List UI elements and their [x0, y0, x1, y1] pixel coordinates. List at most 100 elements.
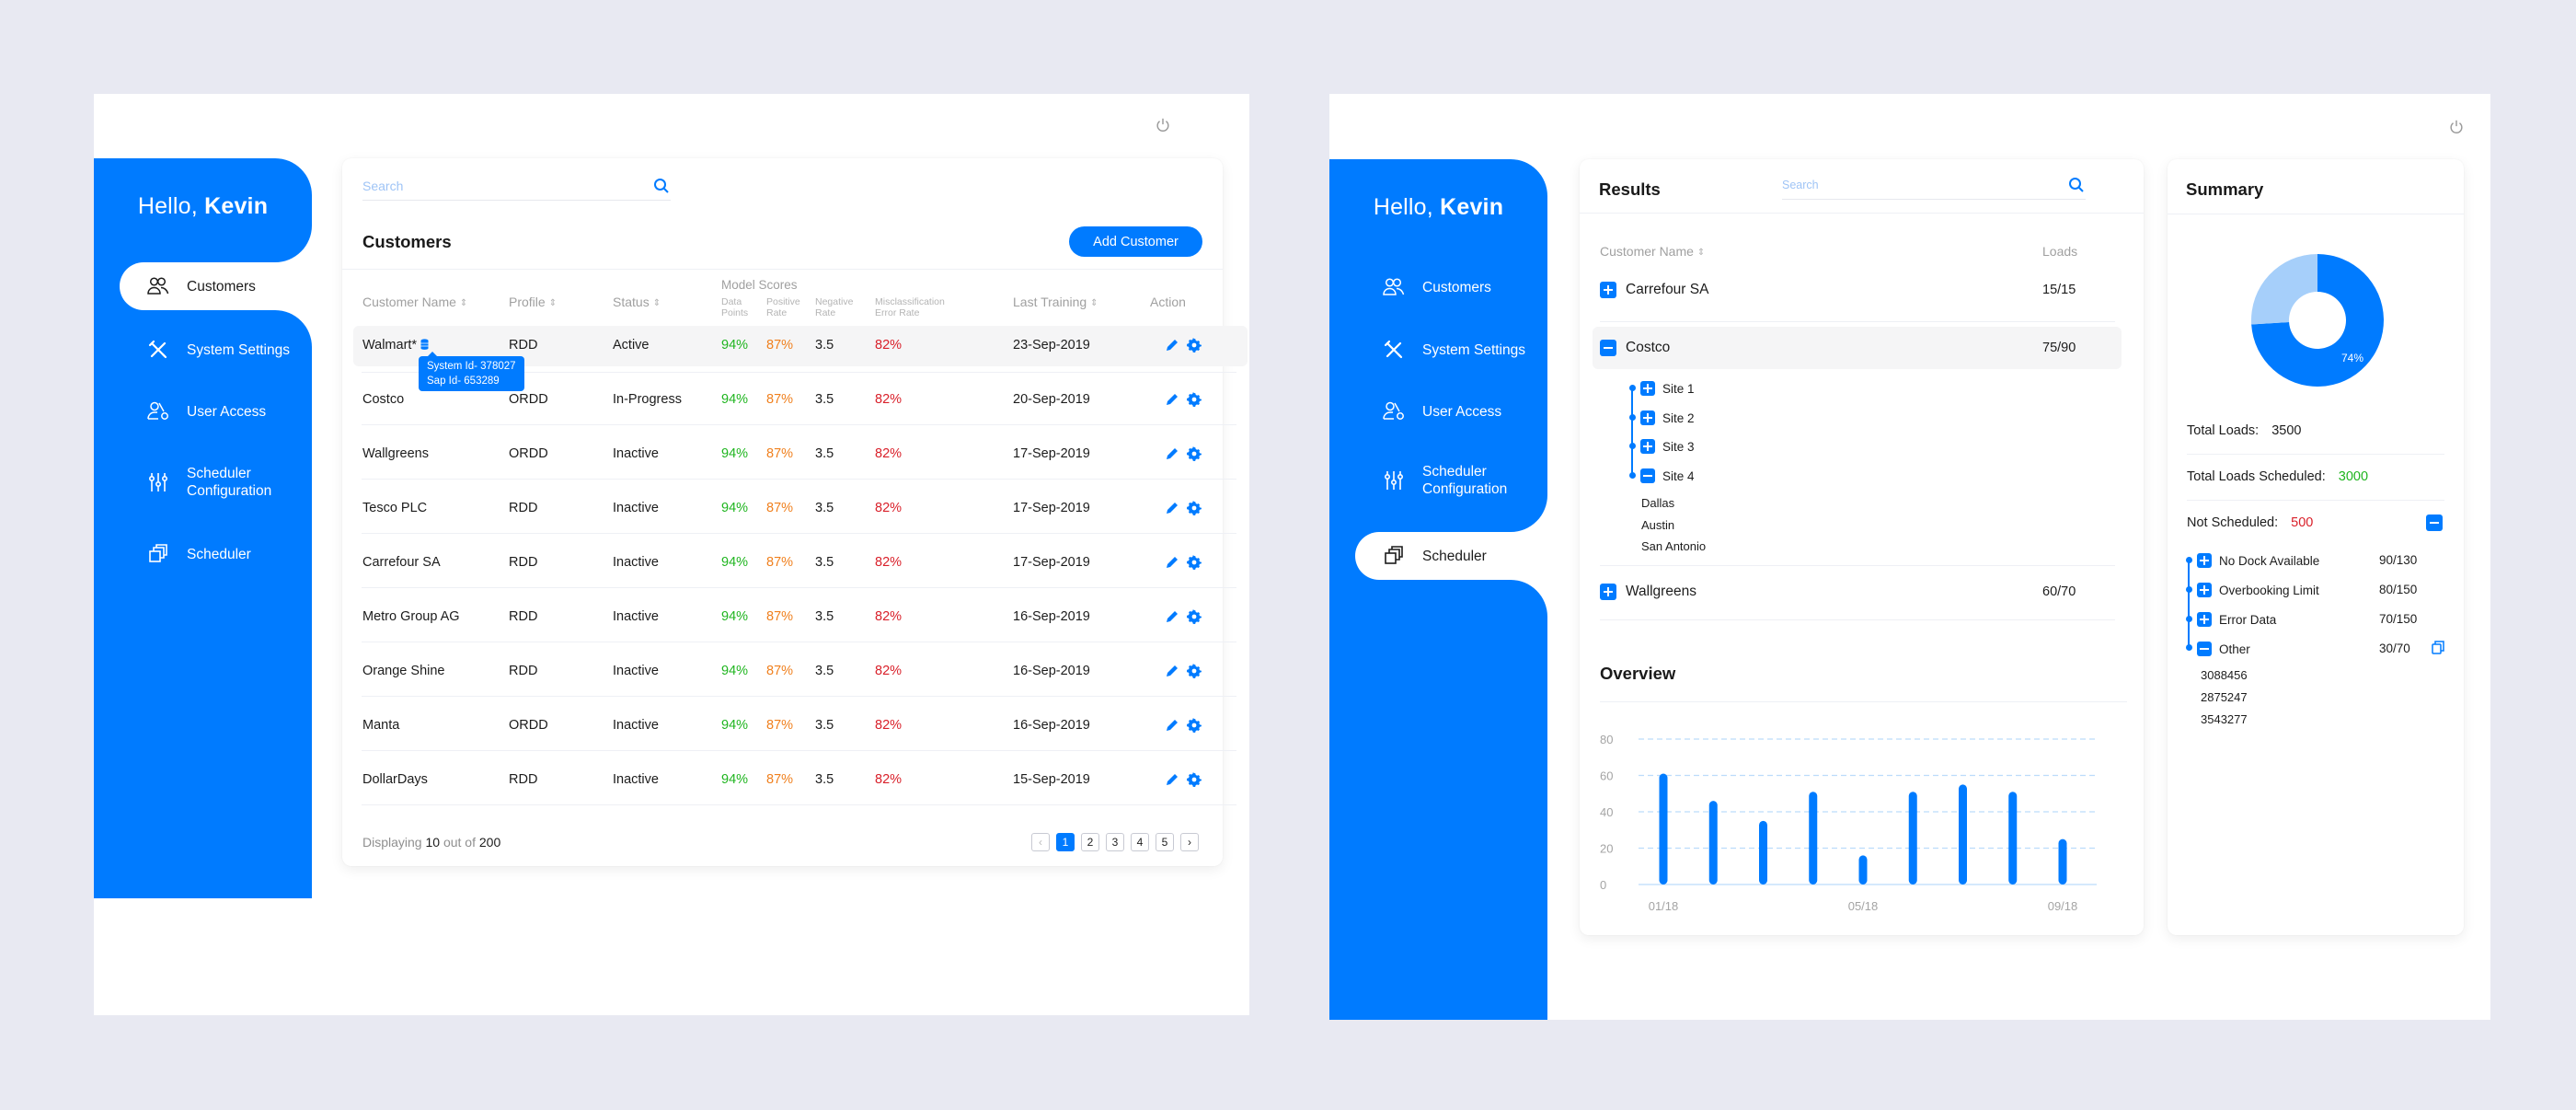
sidebar-item-system-settings[interactable]: System Settings — [1329, 327, 1547, 373]
table-row[interactable]: DollarDays RDD Inactive 94% 87% 3.5 82% 15-Sep-… — [353, 760, 1248, 801]
expand-icon[interactable] — [2197, 553, 2212, 568]
pagination-page-2[interactable]: 2 — [1081, 833, 1099, 851]
settings-gear-icon[interactable] — [1187, 718, 1202, 733]
search-field[interactable] — [362, 173, 671, 201]
sidebar-item-scheduler[interactable]: Scheduler — [94, 531, 312, 577]
bar-02-18[interactable] — [1708, 801, 1718, 885]
column-header-last-training[interactable]: Last Training ⇕ — [1013, 295, 1098, 309]
edit-icon[interactable] — [1165, 392, 1179, 407]
column-header-customer-name[interactable]: Customer Name ⇕ — [362, 295, 467, 309]
expand-icon[interactable] — [1600, 584, 1616, 600]
settings-gear-icon[interactable] — [1187, 772, 1202, 787]
settings-gear-icon[interactable] — [1187, 501, 1202, 515]
collapse-icon[interactable] — [2197, 642, 2212, 656]
search-icon[interactable] — [2067, 176, 2086, 194]
sidebar-item-user-access[interactable]: User Access — [94, 388, 312, 434]
bar-03-18[interactable] — [1759, 820, 1767, 885]
bar-06-18[interactable] — [1908, 792, 1917, 885]
sort-icon[interactable]: ⇕ — [549, 298, 557, 308]
divider — [342, 269, 1223, 270]
column-header-status[interactable]: Status ⇕ — [613, 295, 661, 309]
copy-icon[interactable] — [2431, 640, 2445, 654]
pagination-page-4[interactable]: 4 — [1131, 833, 1149, 851]
sidebar-item-customers[interactable]: Customers — [94, 263, 312, 309]
collapse-icon[interactable] — [2426, 515, 2443, 531]
table-row[interactable]: Orange Shine RDD Inactive 94% 87% 3.5 82% 16-Se… — [353, 652, 1248, 692]
settings-gear-icon[interactable] — [1187, 664, 1202, 678]
edit-icon[interactable] — [1165, 772, 1179, 787]
not-scheduled-reason-row[interactable]: Overbooking Limit — [2197, 582, 2319, 598]
result-row-carrefour[interactable]: Carrefour SA — [1600, 281, 1708, 299]
results-search-field[interactable] — [1782, 172, 2086, 200]
settings-gear-icon[interactable] — [1187, 338, 1202, 353]
pagination-page-3[interactable]: 3 — [1106, 833, 1124, 851]
settings-gear-icon[interactable] — [1187, 446, 1202, 461]
table-row[interactable]: Tesco PLC RDD Inactive 94% 87% 3.5 82% 17-Sep-2… — [353, 489, 1248, 529]
sidebar-item-scheduler[interactable]: Scheduler — [1329, 533, 1547, 579]
database-info-icon[interactable] — [420, 339, 429, 350]
sidebar-item-user-access[interactable]: User Access — [1329, 388, 1547, 434]
bar-01-18[interactable] — [1659, 773, 1668, 885]
pagination-page-5[interactable]: 5 — [1156, 833, 1174, 851]
edit-icon[interactable] — [1165, 609, 1179, 624]
edit-icon[interactable] — [1165, 501, 1179, 515]
column-header-customer-name[interactable]: Customer Name ⇕ — [1600, 244, 1705, 259]
settings-gear-icon[interactable] — [1187, 392, 1202, 407]
table-row[interactable]: Metro Group AG RDD Inactive 94% 87% 3.5 82% 16-… — [353, 597, 1248, 638]
sidebar-item-customers[interactable]: Customers — [1329, 264, 1547, 310]
site-row[interactable]: Site 1 — [1640, 380, 1695, 397]
edit-icon[interactable] — [1165, 664, 1179, 678]
expand-icon[interactable] — [1640, 381, 1655, 396]
sort-icon[interactable]: ⇕ — [460, 298, 467, 308]
site-row[interactable]: Site 4 — [1640, 468, 1695, 484]
expand-icon[interactable] — [1640, 439, 1655, 454]
pagination-prev-button[interactable]: ‹ — [1031, 833, 1050, 851]
table-row[interactable]: Wallgreens ORDD Inactive 94% 87% 3.5 82% 17-Sep… — [353, 434, 1248, 475]
expand-icon[interactable] — [1640, 410, 1655, 425]
settings-gear-icon[interactable] — [1187, 555, 1202, 570]
edit-icon[interactable] — [1165, 446, 1179, 461]
bar-07-18[interactable] — [1959, 784, 1967, 885]
site-row[interactable]: Site 3 — [1640, 438, 1695, 455]
bar-05-18[interactable] — [1858, 855, 1868, 885]
search-icon[interactable] — [652, 177, 671, 195]
expand-icon[interactable] — [1600, 282, 1616, 298]
settings-gear-icon[interactable] — [1187, 609, 1202, 624]
pagination-next-button[interactable]: › — [1180, 833, 1199, 851]
error-rate-cell-text: 82% — [875, 501, 903, 515]
site-row[interactable]: Site 2 — [1640, 410, 1695, 426]
column-header-profile[interactable]: Profile ⇕ — [509, 295, 557, 309]
divider — [2187, 454, 2444, 455]
last-training-cell-text: 23-Sep-2019 — [1013, 338, 1090, 353]
edit-icon[interactable] — [1165, 338, 1179, 353]
sidebar-item-scheduler-configuration[interactable]: Scheduler Configuration — [94, 455, 312, 510]
sort-icon[interactable]: ⇕ — [653, 298, 661, 308]
table-row[interactable]: Carrefour SA RDD Inactive 94% 87% 3.5 82% 17-Se… — [353, 543, 1248, 584]
edit-icon[interactable] — [1165, 718, 1179, 733]
power-icon[interactable] — [2448, 119, 2465, 135]
result-row-wallgreens[interactable]: Wallgreens — [1600, 583, 1696, 601]
bar-04-18[interactable] — [1809, 792, 1818, 885]
not-scheduled-reason-row[interactable]: No Dock Available — [2197, 552, 2319, 569]
result-row-costco[interactable]: Costco — [1600, 339, 1670, 357]
not-scheduled-reason-row[interactable]: Other — [2197, 641, 2250, 657]
results-search-input[interactable] — [1782, 172, 2086, 198]
sidebar-item-system-settings[interactable]: System Settings — [94, 327, 312, 373]
pagination-page-1[interactable]: 1 — [1056, 833, 1075, 851]
bar-08-18[interactable] — [2008, 792, 2018, 885]
table-row[interactable]: Manta ORDD Inactive 94% 87% 3.5 82% 16-Sep-2019 — [353, 706, 1248, 746]
collapse-icon[interactable] — [1640, 468, 1655, 483]
power-icon[interactable] — [1155, 117, 1171, 133]
sort-icon[interactable]: ⇕ — [1090, 298, 1098, 308]
not-scheduled-reason-row[interactable]: Error Data — [2197, 611, 2276, 628]
y-tick-label: 60 — [1600, 769, 1613, 783]
search-input[interactable] — [362, 173, 671, 199]
expand-icon[interactable] — [2197, 612, 2212, 627]
edit-icon[interactable] — [1165, 555, 1179, 570]
sort-icon[interactable]: ⇕ — [1697, 248, 1705, 258]
collapse-icon[interactable] — [1600, 340, 1616, 356]
bar-09-18[interactable] — [2058, 838, 2067, 885]
add-customer-button[interactable]: Add Customer — [1069, 226, 1202, 257]
expand-icon[interactable] — [2197, 583, 2212, 597]
data-points-cell: 94% — [721, 664, 748, 678]
